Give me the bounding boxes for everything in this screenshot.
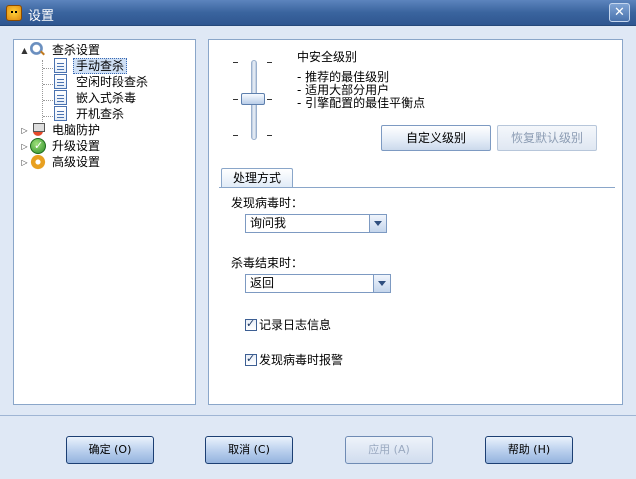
tab-handling-method[interactable]: 处理方式 xyxy=(221,168,293,188)
scan-settings-icon xyxy=(30,42,46,58)
security-level-description: - 推荐的最佳级别 - 适用大部分用户 - 引擎配置的最佳平衡点 xyxy=(297,71,425,110)
document-icon xyxy=(54,106,67,121)
tree-item-label: 空闲时段查杀 xyxy=(76,75,149,89)
settings-content-panel: 中安全级别 - 推荐的最佳级别 - 适用大部分用户 - 引擎配置的最佳平衡点 自… xyxy=(208,39,623,405)
advanced-settings-icon xyxy=(30,154,46,170)
slider-tick xyxy=(267,135,272,136)
apply-button[interactable]: 应用 (A) xyxy=(345,436,433,464)
slider-tick xyxy=(233,99,238,100)
tree-connector xyxy=(43,100,53,101)
log-info-label[interactable]: 记录日志信息 xyxy=(259,318,331,332)
tree-item-label: 手动查杀 xyxy=(73,58,128,74)
virus-found-select-value: 询问我 xyxy=(250,216,287,230)
expand-icon[interactable]: ▷ xyxy=(20,158,29,167)
collapse-icon[interactable]: ▲ xyxy=(20,46,29,55)
log-info-checkbox[interactable] xyxy=(245,317,257,331)
restore-default-level-button[interactable]: 恢复默认级别 xyxy=(497,125,597,151)
slider-tick xyxy=(267,62,272,63)
tree-connector xyxy=(43,116,53,117)
settings-window: ▲ 查杀设置 手动查杀 空闲时段查杀 嵌入式杀毒 开机查杀 ▷ 电脑防护 ▷ ✓… xyxy=(0,26,636,479)
help-button[interactable]: 帮助 (H) xyxy=(485,436,573,464)
virus-found-select[interactable]: 询问我 xyxy=(245,214,387,233)
slider-tick xyxy=(233,62,238,63)
tree-item-label: 升级设置 xyxy=(52,139,101,153)
settings-tree: ▲ 查杀设置 手动查杀 空闲时段查杀 嵌入式杀毒 开机查杀 ▷ 电脑防护 ▷ ✓… xyxy=(13,39,196,405)
title-bar: 设置 ✕ xyxy=(0,0,636,26)
tree-item-label: 电脑防护 xyxy=(52,123,101,137)
window-title: 设置 xyxy=(28,9,55,24)
computer-protect-icon xyxy=(30,122,46,138)
handling-tab-body: 发现病毒时： 询问我 杀毒结束时： 返回 记录日志信息 发现病毒时报警 xyxy=(219,187,615,397)
slider-tick xyxy=(267,99,272,100)
security-level-title: 中安全级别 xyxy=(297,50,358,64)
tree-item-label: 查杀设置 xyxy=(52,43,101,57)
slider-tick xyxy=(233,135,238,136)
tree-connector xyxy=(43,84,53,85)
expand-icon[interactable]: ▷ xyxy=(20,142,29,151)
close-button[interactable]: ✕ xyxy=(609,3,630,22)
virus-found-label: 发现病毒时： xyxy=(231,196,304,210)
chevron-down-icon[interactable] xyxy=(369,215,386,232)
tree-item-label: 开机查杀 xyxy=(76,107,125,121)
virus-alarm-checkbox[interactable] xyxy=(245,352,257,366)
expand-icon[interactable]: ▷ xyxy=(20,126,29,135)
document-icon xyxy=(54,90,67,105)
tree-item-label: 高级设置 xyxy=(52,155,101,169)
security-level-slider-thumb[interactable] xyxy=(241,93,265,105)
scan-end-select-value: 返回 xyxy=(250,276,275,290)
virus-alarm-label[interactable]: 发现病毒时报警 xyxy=(259,353,343,367)
tree-connector xyxy=(43,68,53,69)
document-icon xyxy=(54,74,67,89)
tree-connector xyxy=(42,60,43,124)
upgrade-icon xyxy=(30,138,46,154)
level-description-line: - 引擎配置的最佳平衡点 xyxy=(297,96,426,110)
document-icon xyxy=(54,58,67,73)
tree-item-label: 嵌入式杀毒 xyxy=(76,91,137,105)
app-logo-icon xyxy=(6,5,22,21)
ok-button[interactable]: 确定 (O) xyxy=(66,436,154,464)
chevron-down-icon[interactable] xyxy=(373,275,390,292)
custom-level-button[interactable]: 自定义级别 xyxy=(381,125,491,151)
dialog-button-bar: 确定 (O) 取消 (C) 应用 (A) 帮助 (H) xyxy=(0,415,636,479)
scan-end-label: 杀毒结束时： xyxy=(231,256,304,270)
cancel-button[interactable]: 取消 (C) xyxy=(205,436,293,464)
scan-end-select[interactable]: 返回 xyxy=(245,274,391,293)
